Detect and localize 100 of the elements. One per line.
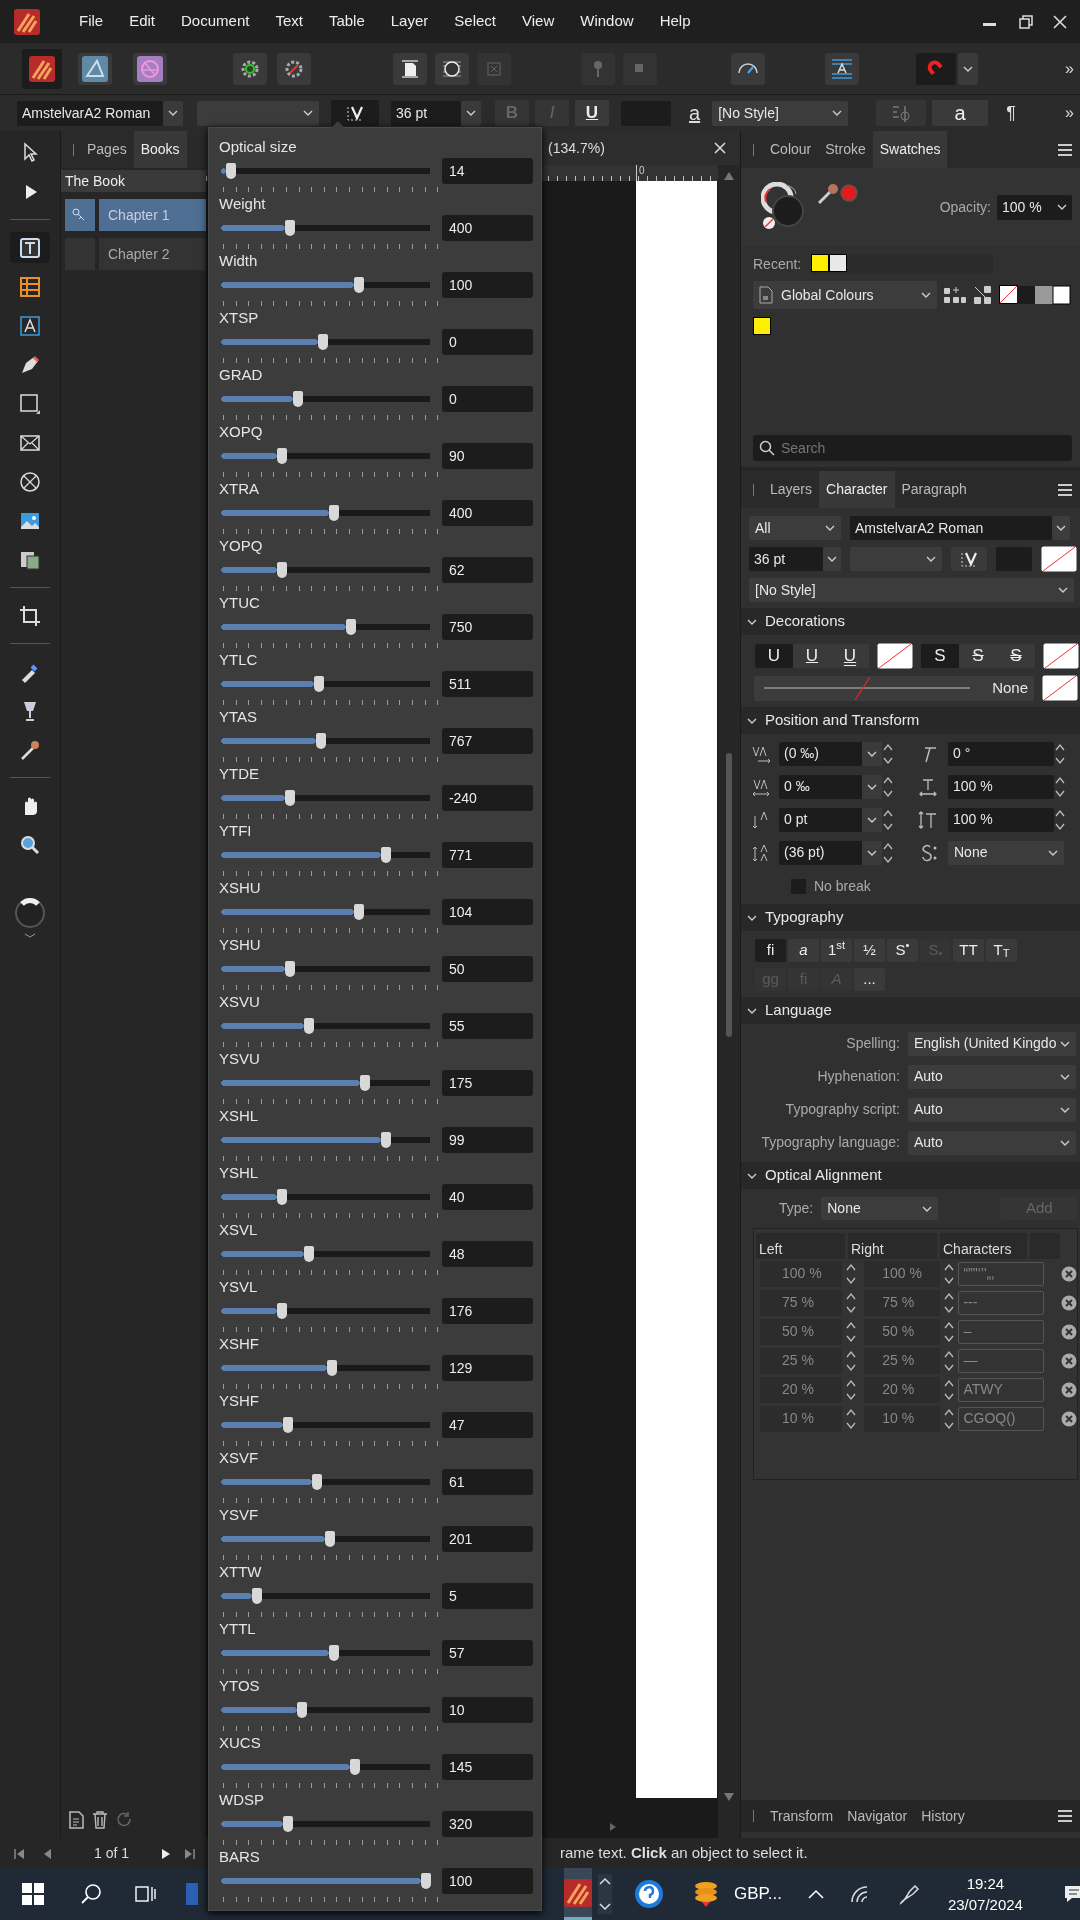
table-icon[interactable] [18,274,42,299]
dropdown-button[interactable] [862,741,882,766]
value-field[interactable]: 10 [441,1697,533,1723]
paragraph-style-dropdown[interactable]: [No Style] [749,578,1074,602]
value-field[interactable]: 511 [441,671,533,697]
no-fill-swatch-icon[interactable] [1042,675,1078,701]
slider-thumb[interactable] [284,220,295,236]
value-field[interactable]: 25 % [760,1347,843,1374]
menu-item[interactable]: Select [441,10,509,33]
menu-item[interactable]: Table [315,10,378,33]
language-dropdown[interactable]: English (United Kingdo [908,1031,1076,1056]
value-field[interactable]: 145 [441,1754,533,1780]
typography-button[interactable]: ½ [854,939,885,962]
pilcrow-button[interactable]: ¶ [1006,99,1016,127]
underline-button[interactable]: U [575,100,609,126]
vertical-scrollbar[interactable] [718,165,740,1838]
help-icon[interactable] [634,1879,664,1909]
input-field[interactable]: 100 % [948,807,1054,832]
remove-icon[interactable] [1061,1294,1077,1311]
preflight-button[interactable] [233,52,267,85]
value-field[interactable]: 50 % [760,1318,843,1345]
typography-button[interactable]: T$_{T}$ [986,939,1017,962]
panel-tab[interactable]: Stroke [818,131,873,168]
crop-icon[interactable] [18,603,42,628]
slider-thumb[interactable] [276,448,287,464]
font-dropdown-button[interactable] [1052,516,1070,540]
scroll-arrows-icon[interactable] [598,1874,612,1914]
input-field[interactable]: None [948,840,1064,865]
slider-thumb[interactable] [284,961,295,977]
document-tab-title[interactable]: (134.7%) [548,137,605,159]
slider-thumb[interactable] [314,676,325,692]
language-dropdown[interactable]: Auto [908,1097,1076,1122]
value-field[interactable]: 100 % [760,1260,843,1287]
strikethrough-button[interactable]: S [959,644,997,668]
slider-thumb[interactable] [345,619,356,635]
palette-swatch[interactable] [753,317,771,335]
dropdown-button[interactable] [862,840,882,865]
line-style-dropdown[interactable]: None [754,675,1034,701]
slider-thumb[interactable] [293,391,304,407]
scroll-up-icon[interactable] [723,171,735,181]
chapter-thumbnail[interactable] [65,199,95,231]
trash-icon[interactable] [91,1810,109,1830]
no-fill-swatch-icon[interactable] [1043,643,1079,669]
menu-icon[interactable] [1058,1810,1072,1822]
artistic-text-icon[interactable] [18,313,42,338]
panel-tab[interactable]: Paragraph [894,471,974,508]
panel-tab[interactable]: Books [133,131,187,168]
snapping-options-button[interactable] [958,52,978,85]
character-style-button[interactable]: a [932,100,989,126]
task-view-icon[interactable] [134,1883,156,1905]
remove-icon[interactable] [1061,1410,1077,1427]
panel-tab[interactable]: Colour [763,131,819,168]
remove-icon[interactable] [1061,1352,1077,1369]
remove-icon[interactable] [1061,1265,1077,1282]
slider-thumb[interactable] [303,1018,314,1034]
text-frame-icon[interactable] [18,235,42,260]
value-field[interactable]: 400 [441,500,533,526]
slider-thumb[interactable] [282,1816,293,1832]
value-field[interactable]: 100 % [864,1260,941,1287]
slider-thumb[interactable] [276,1189,287,1205]
slider-thumb[interactable] [324,1531,335,1547]
underline-button[interactable]: U [831,644,869,668]
value-field[interactable]: 750 [441,614,533,640]
paragraph-style-dropdown[interactable]: [No Style] [712,100,849,126]
remove-icon[interactable] [1061,1381,1077,1398]
link-swatch-icon[interactable] [973,285,993,305]
panel-tab[interactable]: Transform [763,1800,841,1832]
value-field[interactable]: 50 [441,956,533,982]
stop-button[interactable] [623,52,657,85]
characters-field[interactable]: – [958,1319,1044,1344]
scroll-down-icon[interactable] [723,1792,735,1802]
input-field[interactable]: 0 ‰ [779,774,882,799]
slider-thumb[interactable] [328,1645,339,1661]
menu-item[interactable]: Help [646,10,704,33]
font-field[interactable]: AmstelvarA2 Roman [850,516,1052,540]
value-field[interactable]: 176 [441,1298,533,1324]
characters-field[interactable]: — [958,1348,1044,1373]
coins-icon[interactable] [692,1880,720,1908]
typography-button[interactable]: a [788,939,819,962]
value-field[interactable]: 55 [441,1013,533,1039]
font-size-dropdown-button[interactable] [461,100,481,126]
frame-text-button[interactable] [393,52,427,85]
value-field[interactable]: 10 % [760,1405,843,1432]
slider-thumb[interactable] [251,1588,262,1604]
value-field[interactable]: 5 [441,1583,533,1609]
typography-button[interactable]: fi [755,939,786,962]
slider-thumb[interactable] [353,904,364,920]
slider-thumb[interactable] [349,1759,360,1775]
underline-button[interactable]: U [793,644,831,668]
circle-cross-icon[interactable] [18,469,42,494]
menu-icon[interactable] [1058,483,1072,496]
slider-thumb[interactable] [276,1303,287,1319]
value-field[interactable]: 201 [441,1526,533,1552]
font-field[interactable]: AmstelvarA2 Roman [17,100,163,126]
slider-thumb[interactable] [282,1417,293,1433]
underline-button[interactable]: U [755,644,793,668]
panel-tab[interactable]: Swatches [872,131,948,168]
value-field[interactable]: 47 [441,1412,533,1438]
value-field[interactable]: 175 [441,1070,533,1096]
no-fill-swatch-icon[interactable] [1041,546,1077,572]
